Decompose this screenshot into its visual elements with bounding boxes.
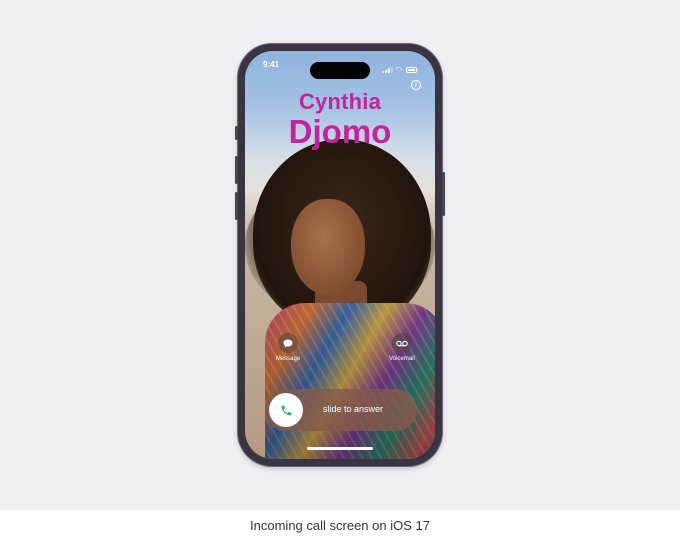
voicemail-button[interactable]: Voicemail bbox=[380, 333, 424, 362]
home-indicator bbox=[307, 447, 373, 450]
voicemail-label: Voicemail bbox=[389, 356, 415, 362]
message-button[interactable]: Message bbox=[266, 333, 310, 362]
volume-down-button bbox=[235, 192, 238, 220]
signal-icon bbox=[382, 67, 393, 73]
message-label: Message bbox=[275, 356, 301, 362]
contact-photo-shirt-shade bbox=[265, 303, 435, 459]
caller-first-name: Cynthia bbox=[298, 89, 382, 114]
slide-to-answer-label: slide to answer bbox=[323, 404, 384, 414]
slide-to-answer-slider[interactable]: slide to answer bbox=[265, 389, 417, 431]
message-bubble-icon bbox=[278, 333, 298, 353]
volume-up-button bbox=[235, 156, 238, 184]
action-button bbox=[235, 126, 238, 140]
iphone-device: 9:41 ◠ i Cynthia Djomo Message Voicemail… bbox=[235, 44, 445, 466]
status-bar: 9:41 ◠ bbox=[245, 57, 435, 79]
side-button bbox=[442, 172, 445, 216]
contact-photo-face bbox=[291, 199, 365, 295]
status-time: 9:41 bbox=[263, 60, 280, 69]
dynamic-island bbox=[310, 62, 370, 79]
product-stage: 9:41 ◠ i Cynthia Djomo Message Voicemail… bbox=[0, 0, 680, 510]
wifi-icon: ◠ bbox=[395, 65, 402, 74]
answer-knob[interactable] bbox=[269, 393, 303, 427]
voicemail-icon bbox=[392, 333, 412, 353]
caller-last-name: Djomo bbox=[288, 113, 392, 150]
battery-icon bbox=[406, 67, 417, 73]
incoming-call-screen: 9:41 ◠ i Cynthia Djomo Message Voicemail… bbox=[245, 51, 435, 459]
image-caption: Incoming call screen on iOS 17 bbox=[250, 517, 430, 533]
phone-icon bbox=[281, 405, 291, 415]
